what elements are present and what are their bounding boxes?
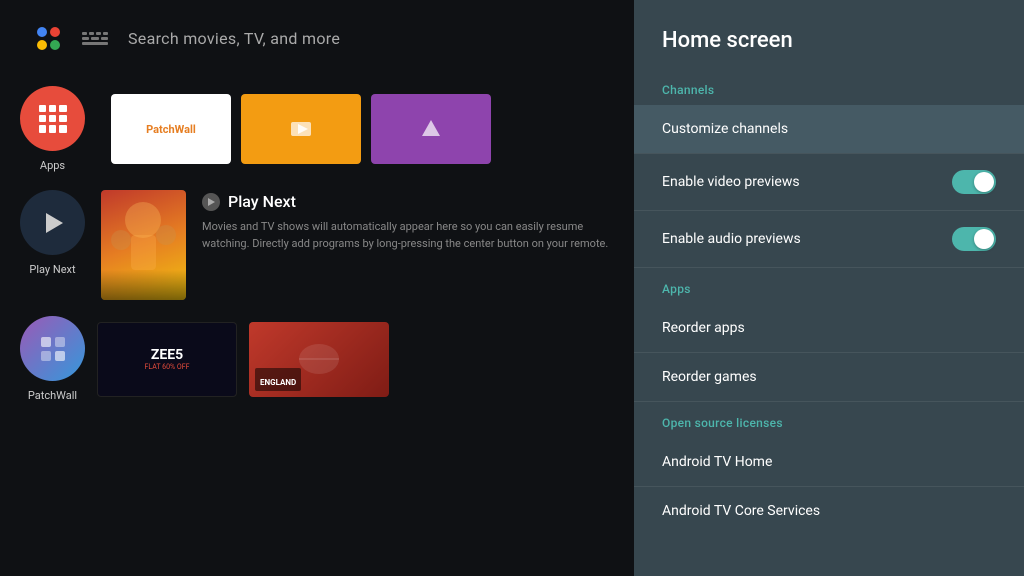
play-next-icon	[20, 190, 85, 255]
video-previews-knob	[974, 172, 994, 192]
play-icon-small	[202, 193, 220, 211]
patchwall-channel-card[interactable]: PatchWall	[111, 94, 231, 164]
video-previews-toggle[interactable]	[952, 170, 996, 194]
patchwall-item[interactable]: PatchWall	[20, 316, 85, 402]
zee5-card[interactable]: ZEE5 FLAT 60% OFF	[97, 322, 237, 397]
bottom-row: PatchWall ZEE5 FLAT 60% OFF ENGLAND	[20, 316, 620, 402]
audio-previews-toggle[interactable]	[952, 227, 996, 251]
apps-section-label: Apps	[634, 268, 1024, 304]
customize-channels-label: Customize channels	[662, 121, 788, 137]
movie-thumbnail	[101, 190, 186, 300]
patchwall-app-icon	[20, 316, 85, 381]
android-tv-home-item[interactable]: Android TV Home	[634, 438, 1024, 486]
reorder-games-item[interactable]: Reorder games	[634, 353, 1024, 401]
zee-logo: ZEE5	[145, 347, 190, 363]
movie-art	[101, 190, 186, 300]
channel-icon	[286, 114, 316, 144]
customize-channels-item[interactable]: Customize channels	[634, 105, 1024, 153]
play-next-label: Play Next	[29, 263, 75, 276]
reorder-apps-item[interactable]: Reorder apps	[634, 304, 1024, 352]
android-tv-core-label: Android TV Core Services	[662, 503, 820, 519]
reorder-apps-label: Reorder apps	[662, 320, 745, 336]
enable-video-previews-label: Enable video previews	[662, 174, 800, 190]
orange-channel-card[interactable]	[241, 94, 361, 164]
sport-card[interactable]: ENGLAND	[249, 322, 389, 397]
enable-audio-previews-item[interactable]: Enable audio previews	[634, 211, 1024, 267]
android-tv-home-label: Android TV Home	[662, 454, 772, 470]
apps-item[interactable]: Apps	[20, 86, 85, 172]
zee-content: ZEE5 FLAT 60% OFF	[145, 347, 190, 371]
panel-header: Home screen	[634, 0, 1024, 69]
channel-icon-2	[416, 114, 446, 144]
reorder-games-label: Reorder games	[662, 369, 757, 385]
google-assistant-icon[interactable]	[30, 20, 66, 56]
settings-panel: Home screen Channels Customize channels …	[634, 0, 1024, 576]
background-layer: Search movies, TV, and more	[0, 0, 640, 576]
search-bar[interactable]: Search movies, TV, and more	[128, 29, 340, 48]
play-next-description: Movies and TV shows will automatically a…	[202, 219, 620, 252]
enable-video-previews-item[interactable]: Enable video previews	[634, 154, 1024, 210]
zee-offer: FLAT 60% OFF	[145, 363, 190, 371]
apps-label: Apps	[40, 159, 65, 172]
patchwall-icon-art	[37, 333, 69, 365]
play-next-title-row: Play Next	[202, 192, 620, 211]
audio-previews-knob	[974, 229, 994, 249]
enable-audio-previews-label: Enable audio previews	[662, 231, 801, 247]
play-next-row: Play Next Play Next	[20, 190, 620, 300]
sport-label: ENGLAND	[260, 378, 296, 387]
main-content: Apps PatchWall	[0, 76, 640, 412]
channels-section-label: Channels	[634, 69, 1024, 105]
keyboard-icon[interactable]	[82, 27, 112, 49]
channel-cards: PatchWall	[111, 94, 491, 164]
patchwall-logo: PatchWall	[146, 123, 196, 136]
play-next-title: Play Next	[228, 192, 296, 211]
play-next-info: Play Next Movies and TV shows will autom…	[202, 190, 620, 252]
android-tv-core-item[interactable]: Android TV Core Services	[634, 487, 1024, 535]
patchwall-app-label: PatchWall	[28, 389, 77, 402]
purple-channel-card[interactable]	[371, 94, 491, 164]
play-next-item[interactable]: Play Next	[20, 190, 85, 276]
panel-title: Home screen	[662, 28, 996, 53]
top-bar: Search movies, TV, and more	[0, 0, 640, 76]
open-source-section-label: Open source licenses	[634, 402, 1024, 438]
